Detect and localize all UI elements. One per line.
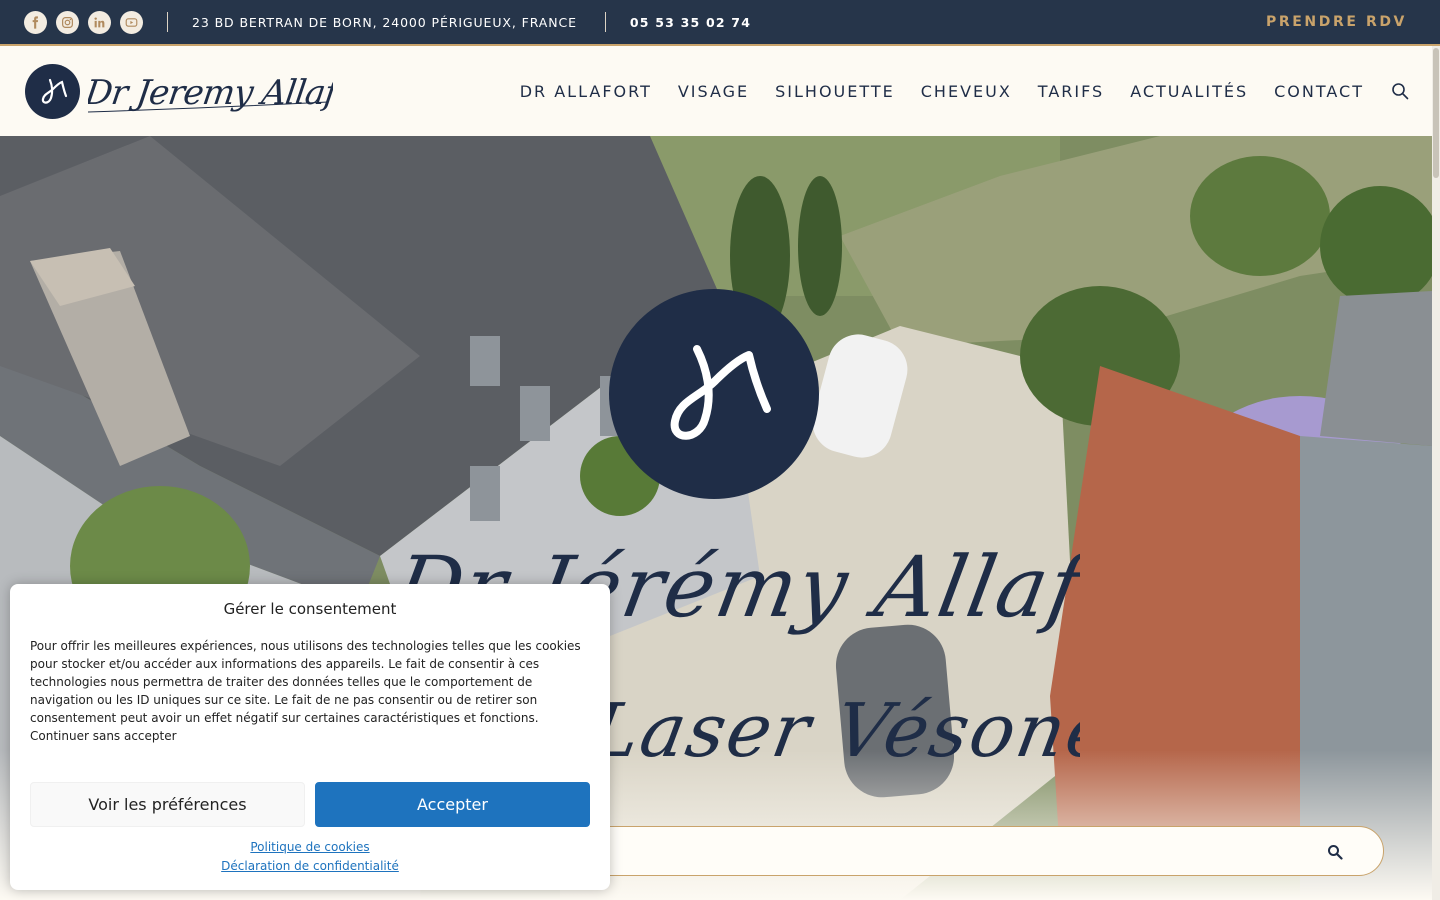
- accept-button[interactable]: Accepter: [315, 782, 590, 827]
- book-appointment-link[interactable]: PRENDRE RDV: [1266, 14, 1407, 30]
- top-bar: 23 BD BERTRAN DE BORN, 24000 PÉRIGUEUX, …: [0, 0, 1440, 46]
- privacy-statement-link[interactable]: Déclaration de confidentialité: [10, 859, 610, 873]
- social-links: [24, 10, 143, 34]
- nav-item-visage[interactable]: VISAGE: [678, 82, 749, 101]
- divider: [604, 12, 606, 32]
- logo-wordmark[interactable]: Dr Jeremy Allafort: [88, 60, 333, 122]
- site-header: Dr Jeremy Allafort DR ALLAFORT VISAGE SI…: [0, 48, 1440, 136]
- main-nav: DR ALLAFORT VISAGE SILHOUETTE CHEVEUX TA…: [520, 82, 1364, 101]
- consent-body: Pour offrir les meilleures expériences, …: [30, 639, 581, 743]
- cookie-consent-dialog: Gérer le consentement Pour offrir les me…: [10, 584, 610, 890]
- logo-monogram-icon[interactable]: [25, 64, 80, 119]
- divider: [167, 12, 168, 32]
- hero-title-line2: Laser Vésone: [581, 688, 1080, 774]
- linkedin-icon[interactable]: [88, 10, 111, 34]
- nav-item-cheveux[interactable]: CHEVEUX: [921, 82, 1012, 101]
- nav-item-contact[interactable]: CONTACT: [1274, 82, 1364, 101]
- nav-item-tarifs[interactable]: TARIFS: [1038, 82, 1104, 101]
- nav-item-silhouette[interactable]: SILHOUETTE: [775, 82, 895, 101]
- view-preferences-button[interactable]: Voir les préférences: [30, 782, 305, 827]
- instagram-icon[interactable]: [56, 10, 79, 34]
- nav-item-actualites[interactable]: ACTUALITÉS: [1130, 82, 1248, 101]
- phone-link[interactable]: 05 53 35 02 74: [630, 15, 751, 30]
- nav-item-dr-allafort[interactable]: DR ALLAFORT: [520, 82, 652, 101]
- youtube-icon[interactable]: [120, 10, 143, 34]
- address-text: 23 BD BERTRAN DE BORN, 24000 PÉRIGUEUX, …: [192, 14, 577, 30]
- facebook-icon[interactable]: [24, 10, 47, 34]
- hero-search-bar[interactable]: [560, 826, 1384, 876]
- search-icon[interactable]: [1327, 844, 1343, 860]
- page-scrollbar[interactable]: [1432, 46, 1440, 900]
- consent-title: Gérer le consentement: [223, 600, 397, 618]
- scrollbar-thumb[interactable]: [1433, 48, 1439, 178]
- hero-monogram-icon: [609, 289, 819, 499]
- search-icon[interactable]: [1391, 82, 1409, 100]
- cookie-policy-link[interactable]: Politique de cookies: [10, 840, 610, 854]
